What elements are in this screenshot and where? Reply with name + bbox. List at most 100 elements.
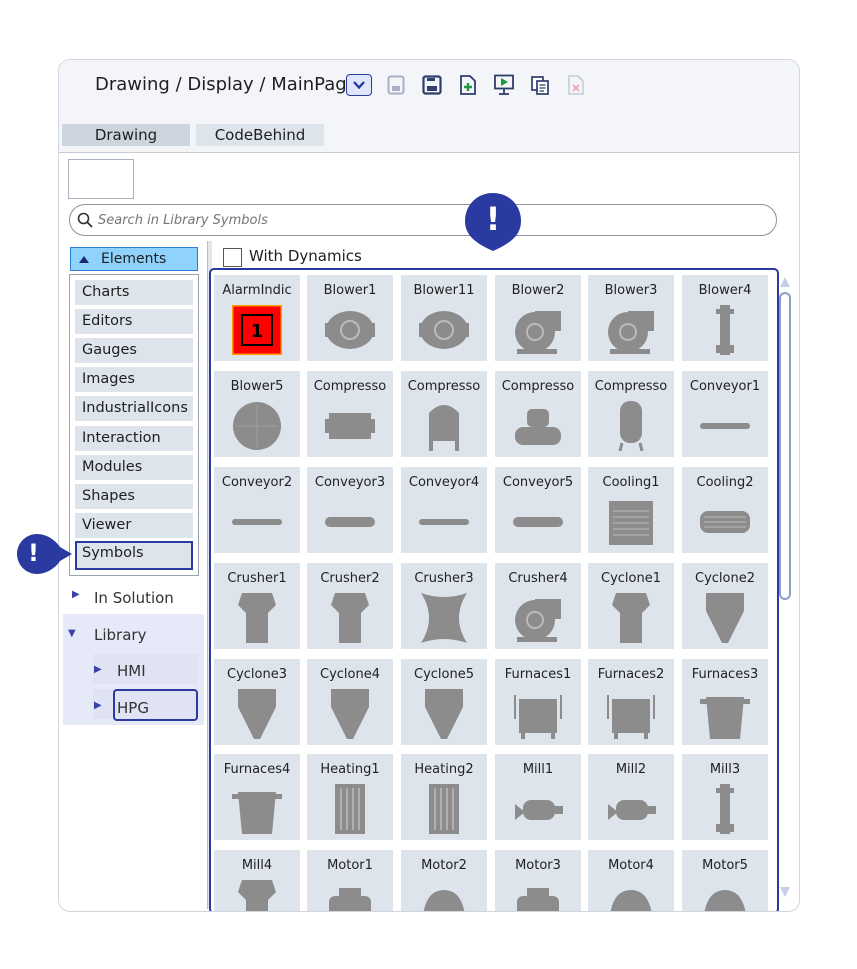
symbol-tile-conveyor5[interactable]: Conveyor5: [495, 467, 581, 553]
symbol-grid: AlarmIndic 1 Blower1 Blower11 Blower2 Blower3…: [209, 268, 779, 911]
save-as-button[interactable]: [421, 73, 443, 97]
symbol-tile-mill4[interactable]: Mill4: [214, 850, 300, 911]
symbol-label: Blower2: [511, 283, 565, 298]
symbol-label: Furnaces1: [504, 667, 572, 682]
delete-button[interactable]: [565, 73, 587, 97]
symbol-label: Heating2: [414, 762, 474, 777]
symbol-tile-crusher2[interactable]: Crusher2: [307, 563, 393, 649]
symbol-tile-alarmindic[interactable]: AlarmIndic 1: [214, 275, 300, 361]
elements-item-industrialicons[interactable]: IndustrialIcons: [75, 396, 193, 421]
elements-item-symbols[interactable]: Symbols: [75, 541, 193, 570]
symbol-label: Blower3: [604, 283, 658, 298]
symbol-tile-crusher3[interactable]: Crusher3: [401, 563, 487, 649]
tab-codebehind[interactable]: CodeBehind: [196, 124, 324, 146]
expand-right-icon: ▶: [72, 589, 80, 600]
symbol-label: AlarmIndic: [222, 283, 292, 298]
breadcrumb-dropdown-button[interactable]: [346, 74, 372, 96]
symbol-tile-conveyor4[interactable]: Conveyor4: [401, 467, 487, 553]
symbol-tile-compresso[interactable]: Compresso: [495, 371, 581, 457]
elements-item-modules[interactable]: Modules: [75, 455, 193, 480]
symbol-tile-furnaces1[interactable]: Furnaces1: [495, 659, 581, 745]
symbol-tile-blower5[interactable]: Blower5: [214, 371, 300, 457]
tree-label-hpg: HPG: [117, 699, 149, 717]
symbol-tile-cyclone3[interactable]: Cyclone3: [214, 659, 300, 745]
symbol-tile-furnaces4[interactable]: Furnaces4: [214, 754, 300, 840]
motor5-symbol-icon: [704, 890, 746, 911]
save-as-icon: [422, 75, 442, 95]
symbol-tile-cooling2[interactable]: Cooling2: [682, 467, 768, 553]
symbol-tile-compresso[interactable]: Compresso: [401, 371, 487, 457]
symbol-tile-blower2[interactable]: Blower2: [495, 275, 581, 361]
symbol-tile-furnaces3[interactable]: Furnaces3: [682, 659, 768, 745]
new-page-button[interactable]: [457, 73, 479, 97]
elements-item-interaction[interactable]: Interaction: [75, 426, 193, 451]
symbol-tile-motor4[interactable]: Motor4: [588, 850, 674, 911]
elements-item-gauges[interactable]: Gauges: [75, 338, 193, 363]
cooling2-symbol-icon: [700, 511, 750, 533]
elements-item-images[interactable]: Images: [75, 367, 193, 392]
mill2-symbol-icon: [608, 800, 656, 820]
symbol-tile-blower4[interactable]: Blower4: [682, 275, 768, 361]
copy-button[interactable]: [529, 73, 551, 97]
search-input[interactable]: [96, 209, 760, 231]
symbol-tile-heating2[interactable]: Heating2: [401, 754, 487, 840]
symbol-tile-motor2[interactable]: Motor2: [401, 850, 487, 911]
elements-item-charts[interactable]: Charts: [75, 280, 193, 305]
symbol-label: Crusher2: [320, 571, 380, 586]
symbol-tile-motor1[interactable]: Motor1: [307, 850, 393, 911]
crusher3-symbol-icon: [421, 593, 467, 643]
symbol-tile-mill3[interactable]: Mill3: [682, 754, 768, 840]
symbol-tile-compresso[interactable]: Compresso: [307, 371, 393, 457]
tab-drawing[interactable]: Drawing: [62, 124, 190, 146]
symbol-tile-heating1[interactable]: Heating1: [307, 754, 393, 840]
symbol-label: Cyclone3: [227, 667, 287, 682]
search-box[interactable]: [69, 204, 777, 236]
symbol-tile-compresso[interactable]: Compresso: [588, 371, 674, 457]
symbol-tile-blower11[interactable]: Blower11: [401, 275, 487, 361]
symbol-tile-motor3[interactable]: Motor3: [495, 850, 581, 911]
symbol-tile-blower3[interactable]: Blower3: [588, 275, 674, 361]
symbol-tile-motor5[interactable]: Motor5: [682, 850, 768, 911]
run-button[interactable]: [493, 73, 515, 97]
elements-item-editors[interactable]: Editors: [75, 309, 193, 334]
symbol-tile-furnaces2[interactable]: Furnaces2: [588, 659, 674, 745]
header-bar: Drawing / Display / MainPage: [59, 60, 799, 118]
symbol-tile-blower1[interactable]: Blower1: [307, 275, 393, 361]
symbol-tile-cyclone2[interactable]: Cyclone2: [682, 563, 768, 649]
symbol-tile-mill2[interactable]: Mill2: [588, 754, 674, 840]
heating2-symbol-icon: [429, 784, 459, 834]
elements-item-viewer[interactable]: Viewer: [75, 513, 193, 538]
symbol-tile-conveyor2[interactable]: Conveyor2: [214, 467, 300, 553]
symbol-label: Mill3: [709, 762, 741, 777]
symbol-label: Furnaces2: [597, 667, 665, 682]
with-dynamics-checkbox[interactable]: [223, 248, 242, 267]
symbol-label: Cyclone5: [414, 667, 474, 682]
symbol-tile-crusher1[interactable]: Crusher1: [214, 563, 300, 649]
alarmindic-symbol-icon: 1: [232, 305, 282, 355]
preview-thumbnail: [68, 159, 134, 199]
collapse-up-icon: [79, 256, 89, 263]
symbol-tile-conveyor1[interactable]: Conveyor1: [682, 371, 768, 457]
tree-label-library: Library: [94, 626, 147, 644]
blower4-symbol-icon: [716, 305, 734, 355]
symbol-tile-cyclone4[interactable]: Cyclone4: [307, 659, 393, 745]
symbol-tile-cyclone5[interactable]: Cyclone5: [401, 659, 487, 745]
save-button[interactable]: [385, 73, 407, 97]
symbol-tile-conveyor3[interactable]: Conveyor3: [307, 467, 393, 553]
symbol-tile-mill1[interactable]: Mill1: [495, 754, 581, 840]
elements-item-shapes[interactable]: Shapes: [75, 484, 193, 509]
conveyor1-symbol-icon: [700, 423, 750, 429]
elements-header[interactable]: Elements: [70, 247, 198, 271]
cyclone5-symbol-icon: [425, 689, 463, 739]
symbol-tile-crusher4[interactable]: Crusher4: [495, 563, 581, 649]
symbol-label: Blower4: [698, 283, 752, 298]
vertical-scrollbar[interactable]: [777, 271, 793, 903]
symbol-tile-cyclone1[interactable]: Cyclone1: [588, 563, 674, 649]
conveyor3-symbol-icon: [325, 517, 375, 527]
tree-label-in-solution: In Solution: [94, 589, 174, 607]
symbol-tile-cooling1[interactable]: Cooling1: [588, 467, 674, 553]
compresso-symbol-icon: [515, 409, 561, 445]
cyclone1-symbol-icon: [612, 593, 650, 643]
breadcrumb: Drawing / Display / MainPage: [95, 74, 358, 95]
with-dynamics-label: With Dynamics: [249, 247, 362, 265]
